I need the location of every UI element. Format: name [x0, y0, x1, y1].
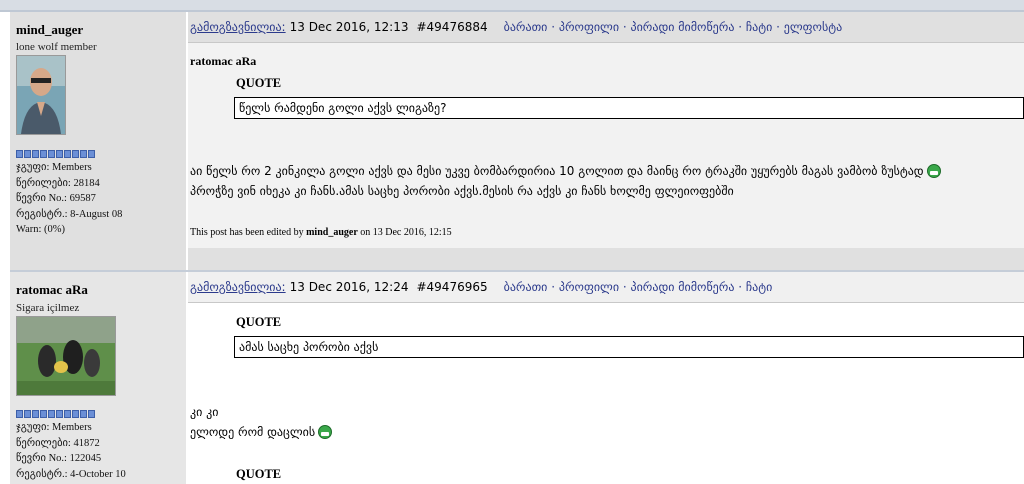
stat-warn: Warn: (0%)	[16, 224, 66, 235]
quote-box: წელს რამდენი გოლი აქვს ლიგაზე?	[234, 97, 1024, 119]
stat-posts: წერილები: 41872	[16, 437, 100, 449]
quote-label-2: QUOTE	[236, 467, 282, 481]
post-id[interactable]: #49476965	[416, 280, 487, 294]
nav-profile-link[interactable]: პროფილი	[559, 280, 619, 294]
author-title: Sigara içilmez	[16, 302, 80, 314]
stat-member-no: წევრი No.: 122045	[16, 453, 102, 464]
post-body: ratomac aRa QUOTE წელს რამდენი გოლი აქვს…	[188, 43, 1024, 270]
post-nav: ბარათი · პროფილი · პირადი მიმოწერა · ჩატ…	[503, 280, 773, 294]
nav-pm-link[interactable]: პირადი მიმოწერა	[631, 20, 735, 34]
post-text: აი წელს რო 2 კინკილა გოლი აქვს და მესი უ…	[190, 161, 941, 201]
author-title: lone wolf member	[16, 41, 97, 53]
post-body: QUOTE ამას საცხე პორობი აქვს კი კი ელოდე…	[188, 303, 1024, 484]
edited-note: This post has been edited by mind_auger …	[190, 227, 452, 238]
post-line: ელოდე რომ დაცლის	[190, 422, 333, 442]
smiley-icon	[318, 425, 333, 439]
post-header: გამოგზავნილია: 13 Dec 2016, 12:13 #49476…	[188, 12, 1024, 42]
rank-pips	[16, 410, 95, 418]
author-name[interactable]: mind_auger	[16, 22, 83, 38]
stat-posts: წერილები: 28184	[16, 177, 100, 189]
smiley-icon	[926, 164, 941, 178]
post-footer	[188, 248, 1024, 270]
stat-member-no: წევრი No.: 69587	[16, 193, 96, 204]
post-id[interactable]: #49476884	[416, 20, 487, 34]
post-line: აი წელს რო 2 კინკილა გოლი აქვს და მესი უ…	[190, 161, 941, 181]
edited-by: mind_auger	[306, 227, 358, 238]
author-stats: ჯგუფი: Members წერილები: 41872 წევრი No.…	[16, 420, 126, 482]
stat-registered: რეგისტრ.: 4-October 10	[16, 468, 126, 480]
rank-pips	[16, 150, 95, 158]
post-line: კი კი	[190, 405, 219, 419]
quote-box: ამას საცხე პორობი აქვს	[234, 336, 1024, 358]
author-panel: ratomac aRa Sigara içilmez ჯგუფი: Member…	[10, 272, 186, 484]
author-name[interactable]: ratomac aRa	[16, 282, 88, 298]
author-stats: ჯგუფი: Members წერილები: 28184 წევრი No.…	[16, 160, 122, 238]
forum-post: mind_auger lone wolf member ჯგუფი: Membe…	[10, 12, 1024, 270]
post-line: პროჭზე ვინ იხეკა კი ჩანს.ამას საცხე პორო…	[190, 184, 734, 198]
quote-label: QUOTE	[236, 76, 282, 90]
nav-profile-link[interactable]: პროფილი	[559, 20, 619, 34]
author-avatar	[16, 316, 116, 396]
post-date: 13 Dec 2016, 12:24	[289, 280, 409, 294]
quote-label: QUOTE	[236, 315, 282, 329]
stat-registered: რეგისტრ.: 8-August 08	[16, 208, 123, 220]
author-panel: mind_auger lone wolf member ჯგუფი: Membe…	[10, 12, 186, 270]
post-text: კი კი ელოდე რომ დაცლის	[190, 402, 333, 442]
posted-link[interactable]: გამოგზავნილია:	[190, 20, 286, 34]
post-content: გამოგზავნილია: 13 Dec 2016, 12:24 #49476…	[188, 272, 1024, 484]
author-avatar	[16, 55, 66, 135]
nav-chat-link[interactable]: ჩატი	[746, 20, 772, 34]
post-date: 13 Dec 2016, 12:13	[289, 20, 409, 34]
left-gutter	[0, 12, 10, 484]
nav-card-link[interactable]: ბარათი	[504, 280, 548, 294]
nav-email-link[interactable]: ელფოსტა	[784, 20, 842, 34]
nav-pm-link[interactable]: პირადი მიმოწერა	[631, 280, 735, 294]
posted-link[interactable]: გამოგზავნილია:	[190, 280, 286, 294]
post-header: გამოგზავნილია: 13 Dec 2016, 12:24 #49476…	[188, 272, 1024, 302]
forum-post: ratomac aRa Sigara içilmez ჯგუფი: Member…	[10, 272, 1024, 484]
nav-card-link[interactable]: ბარათი	[504, 20, 548, 34]
post-nav: ბარათი · პროფილი · პირადი მიმოწერა · ჩატ…	[503, 20, 843, 34]
nav-chat-link[interactable]: ჩატი	[746, 280, 772, 294]
stat-group: ჯგუფი: Members	[16, 422, 92, 433]
stat-group: ჯგუფი: Members	[16, 162, 92, 173]
post-content: გამოგზავნილია: 13 Dec 2016, 12:13 #49476…	[188, 12, 1024, 270]
quote-author: ratomac aRa	[190, 54, 257, 68]
